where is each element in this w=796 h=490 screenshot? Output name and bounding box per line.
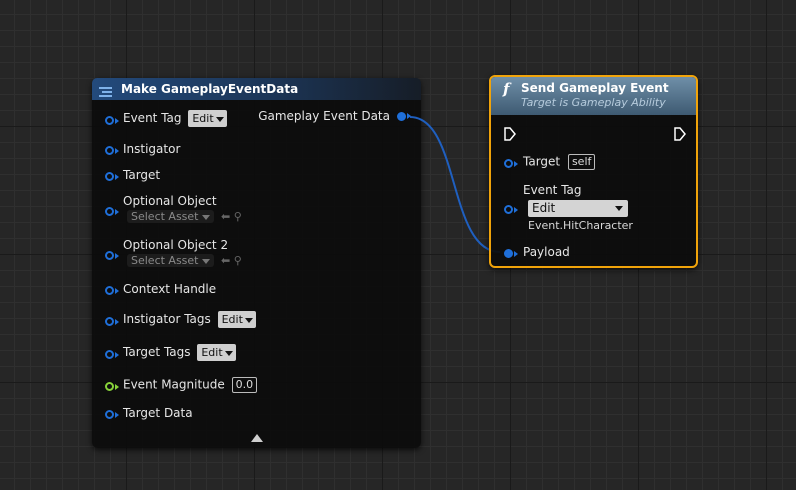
chevron-down-icon xyxy=(224,350,233,356)
event-tag-label: Event Tag xyxy=(123,111,182,125)
event-magnitude-pin[interactable] xyxy=(105,382,114,391)
browse-arrow-icon[interactable]: ⬅ xyxy=(221,254,230,267)
search-icon[interactable]: ⚲ xyxy=(234,254,242,267)
event-magnitude-label: Event Magnitude xyxy=(123,377,225,392)
optional-object-2-label: Optional Object 2 xyxy=(123,238,229,252)
send-event-tag-value: Event.HitCharacter xyxy=(528,219,633,232)
function-icon: f xyxy=(503,80,510,98)
event-magnitude-row: Event Magnitude 0.0 xyxy=(123,377,258,393)
instigator-pin[interactable] xyxy=(105,146,114,155)
context-handle-pin[interactable] xyxy=(105,286,114,295)
pin-arrow-icon xyxy=(115,252,119,259)
pin-arrow-icon xyxy=(514,160,518,167)
exec-output-pin[interactable] xyxy=(674,127,686,141)
context-handle-label: Context Handle xyxy=(123,282,217,296)
output-gameplay-event-data-pin[interactable] xyxy=(397,112,406,121)
pin-arrow-icon xyxy=(115,117,119,124)
chevron-down-icon xyxy=(201,214,210,220)
send-event-tag-label: Event Tag xyxy=(523,183,582,197)
optional-object-pin[interactable] xyxy=(105,207,114,216)
send-event-tag-dropdown[interactable]: Edit xyxy=(528,200,628,217)
chevron-down-icon xyxy=(215,116,224,122)
send-target-value[interactable]: self xyxy=(567,154,596,170)
optional-object-label: Optional Object xyxy=(123,194,217,208)
instigator-tags-edit-label: Edit xyxy=(221,313,243,326)
chevron-down-icon xyxy=(201,258,210,264)
collapse-advanced-icon[interactable] xyxy=(251,434,263,442)
payload-pin[interactable] xyxy=(504,249,513,258)
pin-arrow-icon xyxy=(115,351,119,358)
make-node-header[interactable]: Make GameplayEventData xyxy=(92,78,421,100)
send-target-label: Target xyxy=(523,154,561,169)
optional-object-2-pin[interactable] xyxy=(105,251,114,260)
pin-arrow-icon xyxy=(115,318,119,325)
send-event-tag-pin[interactable] xyxy=(504,205,513,214)
event-tag-edit-button[interactable]: Edit xyxy=(188,110,227,127)
send-node-header[interactable]: f Send Gameplay Event Target is Gameplay… xyxy=(491,77,696,115)
instigator-tags-pin[interactable] xyxy=(105,317,114,326)
pin-arrow-icon xyxy=(514,250,518,257)
event-tag-edit-label: Edit xyxy=(192,112,214,125)
payload-label: Payload xyxy=(523,245,570,259)
chevron-down-icon xyxy=(615,206,623,211)
event-magnitude-input[interactable]: 0.0 xyxy=(231,377,258,393)
event-tag-row: Event Tag Edit xyxy=(123,110,227,127)
search-icon[interactable]: ⚲ xyxy=(234,210,242,223)
make-gameplay-event-data-node[interactable]: Make GameplayEventData Gameplay Event Da… xyxy=(92,78,421,448)
send-node-subtitle: Target is Gameplay Ability xyxy=(521,96,666,109)
pin-arrow-icon xyxy=(115,147,119,154)
send-target-row: Target self xyxy=(523,154,596,170)
target-tags-edit-button[interactable]: Edit xyxy=(197,344,236,361)
send-event-tag-edit-label: Edit xyxy=(532,201,556,215)
make-node-title: Make GameplayEventData xyxy=(121,82,299,96)
browse-arrow-icon[interactable]: ⬅ xyxy=(221,210,230,223)
pin-arrow-icon xyxy=(115,287,119,294)
target-label: Target xyxy=(123,168,161,182)
instigator-label: Instigator xyxy=(123,142,181,156)
instigator-tags-row: Instigator Tags Edit xyxy=(123,311,256,328)
pin-arrow-icon xyxy=(115,411,119,418)
output-pin-arrow-icon xyxy=(407,113,411,119)
target-data-pin[interactable] xyxy=(105,410,114,419)
instigator-tags-edit-button[interactable]: Edit xyxy=(217,311,256,328)
optional-object-asset-picker[interactable]: Select Asset ⬅ ⚲ xyxy=(127,210,242,223)
pin-arrow-icon xyxy=(115,208,119,215)
pin-arrow-icon xyxy=(115,173,119,180)
send-target-pin[interactable] xyxy=(504,159,513,168)
target-data-label: Target Data xyxy=(123,406,193,420)
target-tags-pin[interactable] xyxy=(105,350,114,359)
instigator-tags-label: Instigator Tags xyxy=(123,312,211,326)
target-pin[interactable] xyxy=(105,172,114,181)
send-gameplay-event-node[interactable]: f Send Gameplay Event Target is Gameplay… xyxy=(489,75,698,268)
output-gameplay-event-data-label: Gameplay Event Data xyxy=(258,109,390,123)
target-tags-row: Target Tags Edit xyxy=(123,344,236,361)
chevron-down-icon xyxy=(244,317,253,323)
target-tags-label: Target Tags xyxy=(123,345,191,359)
event-tag-pin[interactable] xyxy=(105,116,114,125)
target-tags-edit-label: Edit xyxy=(201,346,223,359)
optional-object-2-placeholder: Select Asset xyxy=(131,254,199,267)
struct-icon xyxy=(99,83,112,97)
optional-object-2-asset-picker[interactable]: Select Asset ⬅ ⚲ xyxy=(127,254,242,267)
pin-arrow-icon xyxy=(514,206,518,213)
exec-input-pin[interactable] xyxy=(504,127,516,141)
pin-arrow-icon xyxy=(115,383,119,390)
optional-object-placeholder: Select Asset xyxy=(131,210,199,223)
